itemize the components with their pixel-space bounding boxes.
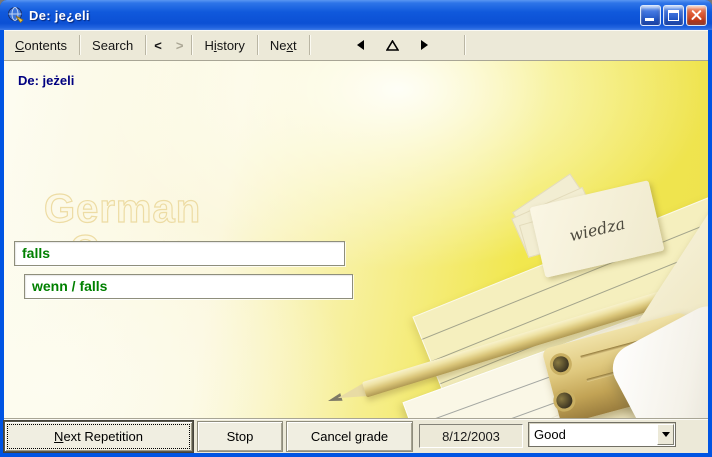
forward-button[interactable]: > [169, 30, 191, 60]
toolbar-separator [145, 35, 146, 55]
toolbar: Contents Search < > History Next [4, 30, 708, 61]
bottom-bar: Next Repetition Stop Cancel grade 8/12/2… [4, 418, 708, 453]
answer-field[interactable]: wenn / falls [24, 274, 353, 299]
maximize-icon [668, 10, 679, 21]
wiedza-card-text: wiedza [567, 213, 626, 244]
history-button[interactable]: History [193, 30, 255, 60]
stop-button[interactable]: Stop [197, 421, 283, 452]
search-button[interactable]: Search [81, 30, 144, 60]
next-repetition-button[interactable]: Next Repetition [4, 421, 193, 452]
window-title: De: je¿eli [29, 8, 638, 23]
close-icon [687, 6, 706, 25]
maximize-button[interactable] [663, 5, 684, 26]
title-bar: De: je¿eli [0, 0, 712, 30]
grade-select[interactable]: Good [528, 422, 676, 447]
right-triangle-icon [421, 40, 428, 50]
toolbar-spacer [311, 30, 345, 60]
cancel-grade-button[interactable]: Cancel grade [286, 421, 413, 452]
page-title: De: jeżeli [18, 73, 74, 88]
watermark-text: German [44, 187, 201, 232]
minimize-icon [645, 18, 654, 21]
nav-home-button[interactable] [377, 30, 409, 60]
repetition-date-field: 8/12/2003 [419, 424, 523, 448]
nav-next-button[interactable] [409, 30, 441, 60]
up-triangle-icon [386, 40, 399, 51]
back-button[interactable]: < [147, 30, 169, 60]
toolbar-spacer [441, 30, 463, 60]
application-window: De: je¿eli Contents Search < > History [0, 0, 712, 457]
toolbar-separator [79, 35, 80, 55]
toolbar-separator [257, 35, 258, 55]
app-icon [7, 6, 25, 24]
left-triangle-icon [357, 40, 364, 50]
grade-selected-value: Good [529, 427, 657, 442]
sharpener-hole [547, 351, 574, 378]
contents-button[interactable]: Contents [4, 30, 78, 60]
close-button[interactable] [686, 5, 707, 26]
minimize-button[interactable] [640, 5, 661, 26]
next-button[interactable]: Next [259, 30, 308, 60]
content-area: De: jeżeli German Course wiedza (e)Bibli… [4, 61, 708, 418]
down-arrow-icon [662, 432, 670, 437]
question-field[interactable]: falls [14, 241, 345, 266]
nav-previous-button[interactable] [345, 30, 377, 60]
toolbar-separator [464, 35, 465, 55]
grade-dropdown-button[interactable] [657, 424, 674, 445]
toolbar-separator [309, 35, 310, 55]
toolbar-separator [191, 35, 192, 55]
